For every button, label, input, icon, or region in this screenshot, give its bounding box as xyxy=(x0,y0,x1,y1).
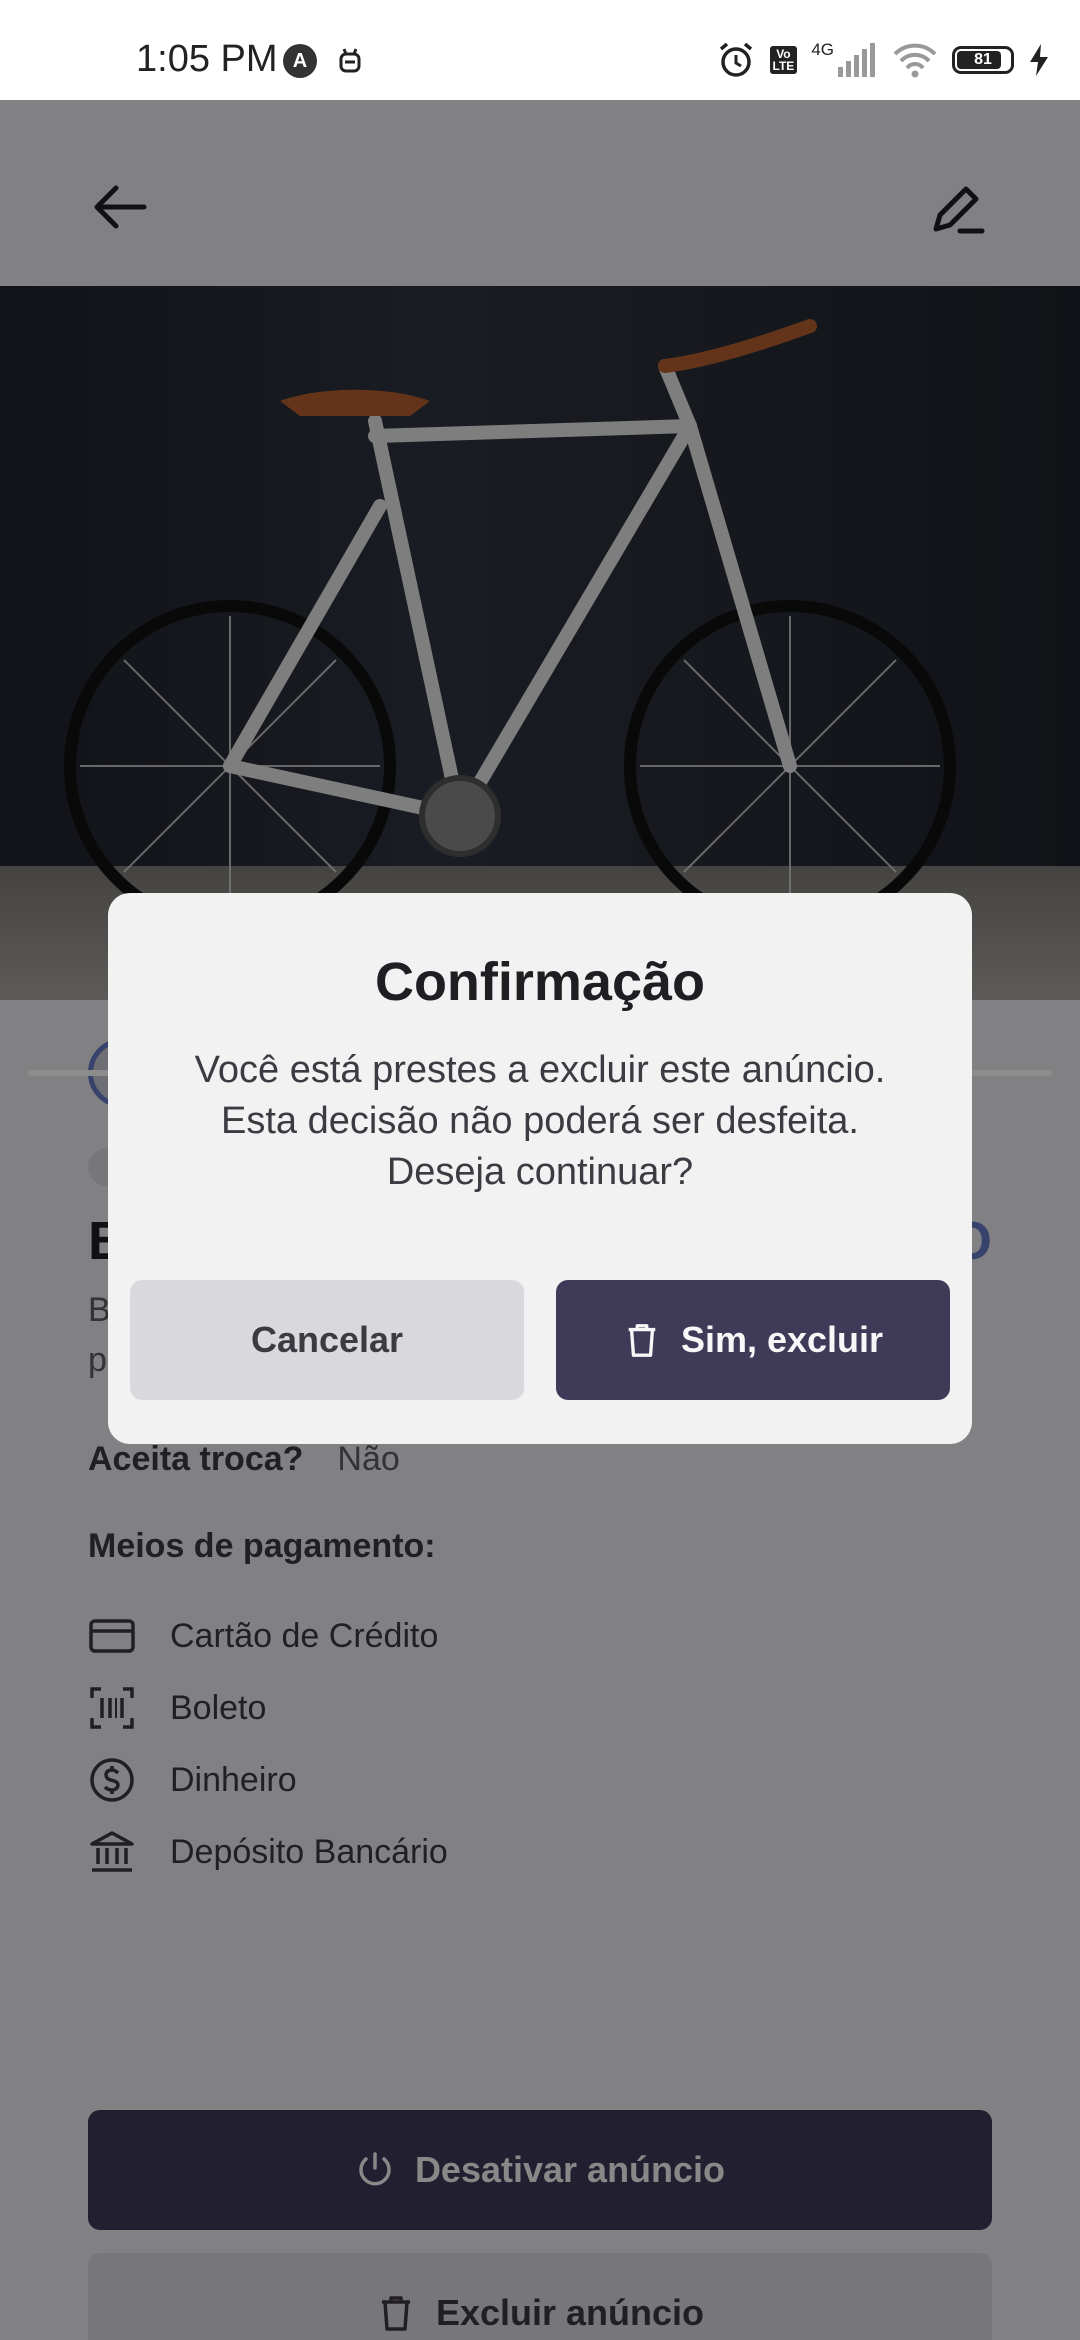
battery-icon: 81 xyxy=(952,46,1014,74)
cancel-button[interactable]: Cancelar xyxy=(130,1280,524,1400)
app-notification-icon: A xyxy=(283,44,317,78)
confirmation-dialog: Confirmação Você está prestes a excluir … xyxy=(108,893,972,1444)
alarm-icon xyxy=(719,42,752,77)
wifi-icon xyxy=(893,43,937,78)
dialog-message-line: Esta decisão não poderá ser desfeita. xyxy=(221,1100,859,1142)
dialog-title: Confirmação xyxy=(374,952,706,1012)
trash-icon xyxy=(628,1324,656,1357)
battery-level: 81 xyxy=(974,51,992,68)
volte-icon: Vo LTE xyxy=(769,46,798,74)
dialog-message: Você está prestes a excluir este anúncio… xyxy=(128,1045,952,1198)
android-icon xyxy=(339,48,361,73)
status-bar: 1:05 PM A Vo LTE 4G 81 xyxy=(0,0,1080,100)
confirm-delete-button[interactable]: Sim, excluir xyxy=(556,1280,950,1400)
signal-icon xyxy=(838,43,875,77)
cancel-label: Cancelar xyxy=(250,1319,404,1360)
status-time: 1:05 PM xyxy=(136,38,278,80)
network-type: 4G xyxy=(811,40,834,59)
charging-icon xyxy=(1030,44,1048,76)
dialog-message-line: Deseja continuar? xyxy=(386,1151,694,1193)
confirm-label: Sim, excluir xyxy=(680,1319,884,1360)
dialog-message-line: Você está prestes a excluir este anúncio… xyxy=(194,1049,886,1091)
